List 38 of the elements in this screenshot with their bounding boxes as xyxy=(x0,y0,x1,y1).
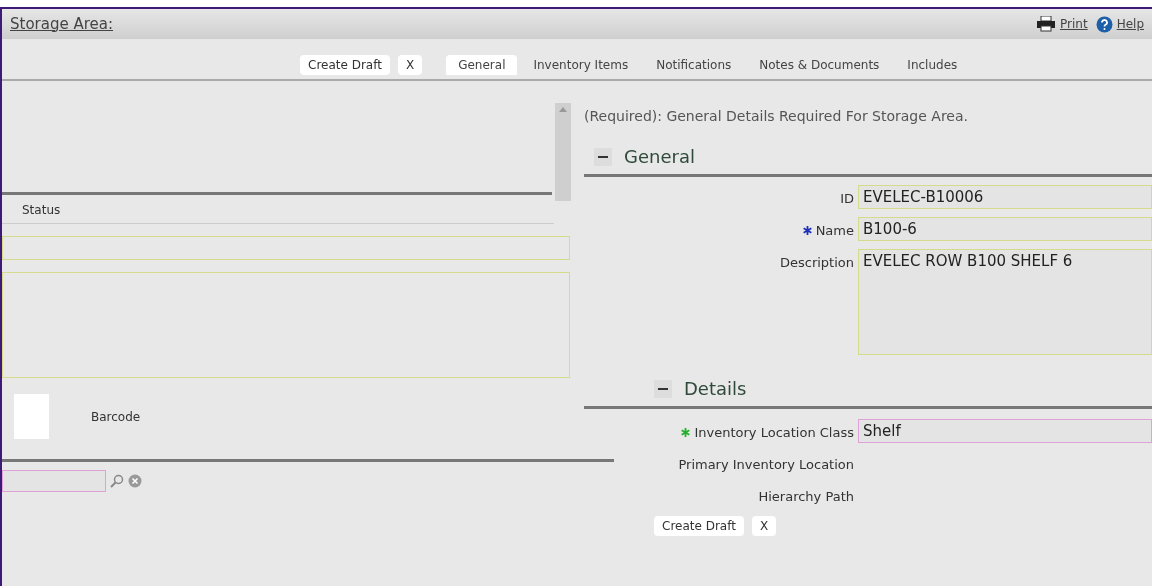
help-icon xyxy=(1095,15,1113,33)
text-area[interactable]: EVELEC ROW B100 SHELF 6 xyxy=(858,249,1152,355)
close-button[interactable]: X xyxy=(397,55,423,75)
close-button[interactable]: X xyxy=(751,516,777,536)
field-label: Primary Inventory Location xyxy=(678,456,854,474)
printer-icon xyxy=(1036,16,1057,32)
collapse-button[interactable] xyxy=(654,379,672,398)
section-title: General xyxy=(624,145,695,169)
tab[interactable]: Inventory Items xyxy=(521,55,641,75)
tab[interactable]: Notes & Documents xyxy=(747,55,892,75)
text-field[interactable]: EVELEC-B10006 xyxy=(858,185,1152,209)
print-link[interactable]: Print xyxy=(1036,15,1088,33)
text-area[interactable] xyxy=(2,272,570,378)
field-label: Inventory Location Class xyxy=(694,424,854,442)
field-label: Status xyxy=(21,202,62,219)
tab[interactable]: Includes xyxy=(895,55,970,75)
scroll-up-icon[interactable] xyxy=(559,107,567,112)
search-field[interactable] xyxy=(2,470,106,492)
search-icon[interactable] xyxy=(110,474,124,488)
scrollbar[interactable] xyxy=(555,103,571,201)
collapse-button[interactable] xyxy=(594,147,612,166)
create-draft-button[interactable]: Create Draft xyxy=(300,55,390,75)
field-label: Hierarchy Path xyxy=(758,487,854,506)
text-field[interactable] xyxy=(2,236,570,260)
help-link[interactable]: Help xyxy=(1095,15,1144,33)
page-title: Storage Area: xyxy=(10,13,114,35)
section-title: Details xyxy=(684,377,747,401)
create-draft-button[interactable]: Create Draft xyxy=(654,516,744,536)
field-label: Name xyxy=(815,222,854,240)
field-label: Description xyxy=(779,254,854,272)
text-field[interactable]: B100-6 xyxy=(858,217,1152,241)
field-label: Barcode xyxy=(91,408,141,426)
clear-icon[interactable] xyxy=(128,474,142,488)
tab[interactable]: Notifications xyxy=(644,55,744,75)
text-field[interactable]: Shelf xyxy=(858,419,1152,443)
field-label: ID xyxy=(840,190,854,208)
required-notice: (Required): General Details Required For Storage Area. xyxy=(584,107,969,126)
tab[interactable]: General xyxy=(446,55,518,75)
